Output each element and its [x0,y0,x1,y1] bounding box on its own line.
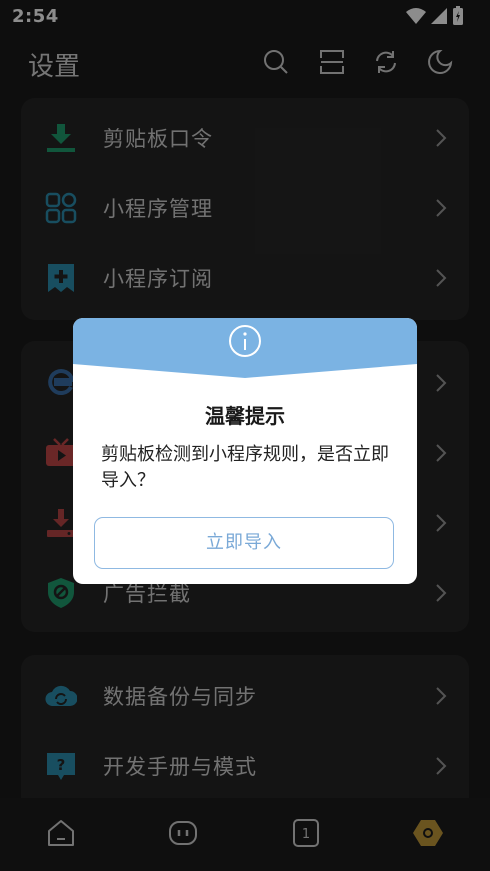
import-dialog: 温馨提示 剪贴板检测到小程序规则，是否立即导入？ 立即导入 [73,318,417,584]
import-now-button[interactable]: 立即导入 [94,517,394,569]
dialog-title: 温馨提示 [205,404,285,428]
dialog-message: 剪贴板检测到小程序规则，是否立即导入？ [101,444,389,491]
dialog-banner [73,318,417,378]
